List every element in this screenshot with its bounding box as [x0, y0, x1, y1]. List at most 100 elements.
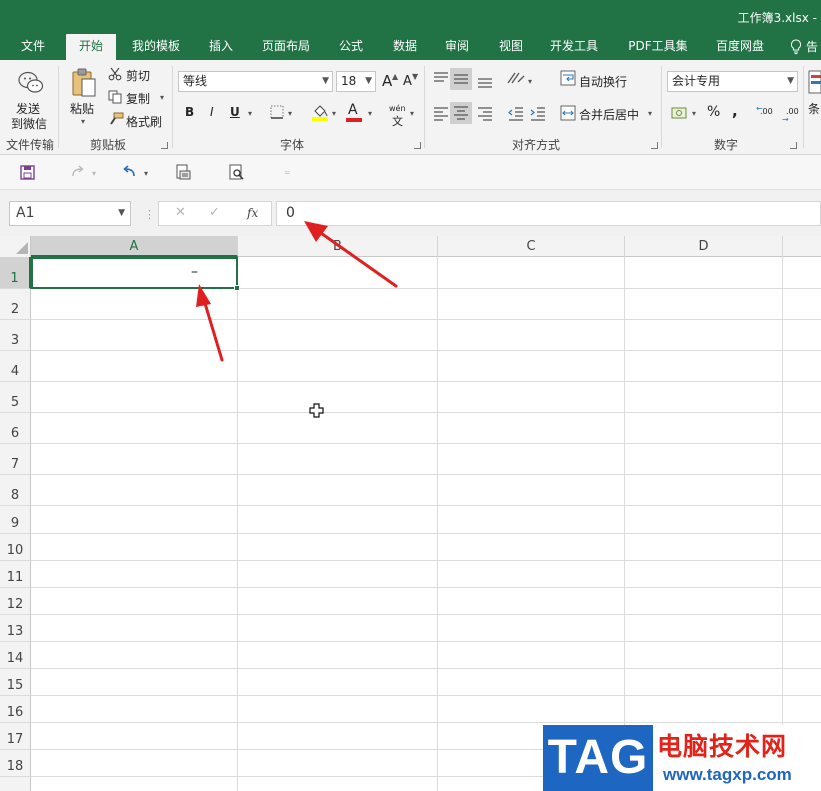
merge-center-button[interactable]: 合并后居中	[579, 106, 639, 123]
paste-button[interactable]: 粘贴	[70, 100, 94, 117]
row-header-17[interactable]: 17	[0, 723, 31, 750]
row-header-2[interactable]: 2	[0, 289, 31, 320]
row-header-7[interactable]: 7	[0, 444, 31, 475]
align-right-icon[interactable]	[476, 105, 494, 124]
align-center-button[interactable]	[450, 102, 472, 124]
formula-input[interactable]: 0	[276, 201, 821, 226]
copy-button[interactable]: 复制	[126, 90, 150, 107]
number-format-combo[interactable]: 会计专用 ▼	[667, 71, 798, 92]
row-header-19[interactable]	[0, 777, 31, 791]
tab-file[interactable]: 文件	[8, 34, 58, 60]
row-header-4[interactable]: 4	[0, 351, 31, 382]
redo-icon[interactable]	[70, 165, 86, 182]
format-painter-button[interactable]: 格式刷	[126, 113, 162, 130]
align-top-icon[interactable]	[432, 70, 450, 89]
font-name-combo[interactable]: 等线 ▼	[178, 71, 333, 92]
align-middle-button[interactable]	[450, 68, 472, 90]
save-icon[interactable]	[20, 165, 35, 183]
paste-dropdown-icon[interactable]: ▾	[81, 117, 85, 126]
phonetic-dropdown-icon[interactable]: ▾	[410, 109, 414, 118]
fill-color-icon[interactable]	[312, 103, 328, 124]
name-box[interactable]: A1 ▼	[9, 201, 131, 226]
fill-color-dropdown-icon[interactable]: ▾	[332, 109, 336, 118]
row-header-13[interactable]: 13	[0, 615, 31, 642]
tab-data[interactable]: 数据	[380, 34, 430, 60]
undo-dropdown-icon[interactable]: ▾	[144, 169, 148, 178]
align-left-icon[interactable]	[432, 105, 450, 124]
tab-formulas[interactable]: 公式	[326, 34, 376, 60]
tab-review[interactable]: 审阅	[432, 34, 482, 60]
border-icon[interactable]	[270, 105, 284, 122]
tab-pdf-tools[interactable]: PDF工具集	[620, 34, 696, 60]
worksheet-grid[interactable]: A B C D 1 2 3 4 5 6 7 8 9 10 11 12 13 14…	[0, 236, 821, 791]
column-header-c[interactable]: C	[438, 236, 625, 257]
phonetic-guide-pinyin[interactable]: wén	[389, 104, 406, 113]
column-header-d[interactable]: D	[625, 236, 783, 257]
row-header-6[interactable]: 6	[0, 413, 31, 444]
phonetic-guide-button[interactable]: 文	[392, 113, 403, 129]
border-dropdown-icon[interactable]: ▾	[288, 109, 292, 118]
formula-bar-grip-icon[interactable]: ⋮	[144, 208, 155, 221]
increase-indent-icon[interactable]	[529, 105, 547, 124]
tab-home[interactable]: 开始	[66, 34, 116, 60]
cancel-icon[interactable]: ✕	[175, 205, 186, 220]
row-header-10[interactable]: 10	[0, 534, 31, 561]
decrease-indent-icon[interactable]	[507, 105, 525, 124]
font-size-combo[interactable]: 18 ▼	[336, 71, 376, 92]
row-header-9[interactable]: 9	[0, 506, 31, 534]
align-bottom-icon[interactable]	[476, 70, 494, 91]
accounting-format-icon[interactable]	[671, 105, 689, 124]
wrap-text-button[interactable]: 自动换行	[579, 73, 627, 90]
print-preview-icon[interactable]	[175, 164, 191, 184]
undo-icon[interactable]	[121, 165, 137, 182]
conditional-format-button[interactable]: 条	[808, 100, 820, 117]
orientation-icon[interactable]	[506, 70, 526, 89]
redo-dropdown-icon[interactable]: ▾	[92, 169, 96, 178]
row-header-18[interactable]: 18	[0, 750, 31, 777]
row-header-3[interactable]: 3	[0, 320, 31, 351]
tab-page-layout[interactable]: 页面布局	[254, 34, 318, 60]
bold-button[interactable]: B	[185, 105, 194, 119]
row-header-15[interactable]: 15	[0, 669, 31, 696]
lightbulb-icon[interactable]	[790, 39, 804, 55]
tab-view[interactable]: 视图	[486, 34, 536, 60]
enter-icon[interactable]: ✓	[209, 205, 220, 220]
row-header-1[interactable]: 1	[0, 257, 31, 289]
column-header-a[interactable]: A	[31, 236, 238, 257]
paste-icon[interactable]	[70, 67, 98, 102]
comma-style-button[interactable]: ,	[732, 102, 738, 120]
merge-dropdown-icon[interactable]: ▾	[648, 109, 652, 118]
number-launcher-icon[interactable]	[790, 142, 797, 149]
tab-baidu-netdisk[interactable]: 百度网盘	[708, 34, 772, 60]
customize-toolbar-icon[interactable]: =	[284, 168, 291, 177]
font-color-dropdown-icon[interactable]: ▾	[368, 109, 372, 118]
send-to-wechat-label-2[interactable]: 到微信	[11, 115, 47, 132]
select-all-button[interactable]	[0, 236, 31, 257]
font-launcher-icon[interactable]	[414, 142, 421, 149]
underline-dropdown-icon[interactable]: ▾	[248, 109, 252, 118]
cell-a1-selected[interactable]: –	[31, 257, 240, 291]
clipboard-launcher-icon[interactable]	[161, 142, 168, 149]
find-preview-icon[interactable]	[229, 164, 245, 184]
orientation-dropdown-icon[interactable]: ▾	[528, 77, 532, 86]
percent-style-button[interactable]: %	[707, 104, 720, 120]
copy-dropdown-icon[interactable]: ▾	[160, 93, 164, 102]
row-header-14[interactable]: 14	[0, 642, 31, 669]
alignment-launcher-icon[interactable]	[651, 142, 658, 149]
conditional-format-icon[interactable]	[808, 70, 821, 97]
fill-handle[interactable]	[234, 285, 240, 291]
row-header-11[interactable]: 11	[0, 561, 31, 588]
row-header-12[interactable]: 12	[0, 588, 31, 615]
column-header-b[interactable]: B	[238, 236, 438, 257]
row-header-5[interactable]: 5	[0, 382, 31, 413]
grow-font-button[interactable]: A	[382, 72, 392, 90]
italic-button[interactable]: I	[210, 105, 214, 119]
underline-button[interactable]: U	[230, 105, 240, 119]
cut-button[interactable]: 剪切	[126, 67, 150, 84]
insert-function-icon[interactable]: fx	[247, 206, 258, 220]
row-header-16[interactable]: 16	[0, 696, 31, 723]
tab-my-templates[interactable]: 我的模板	[124, 34, 188, 60]
row-header-8[interactable]: 8	[0, 475, 31, 506]
tell-me-label[interactable]: 告	[806, 38, 818, 55]
accounting-dropdown-icon[interactable]: ▾	[692, 109, 696, 118]
